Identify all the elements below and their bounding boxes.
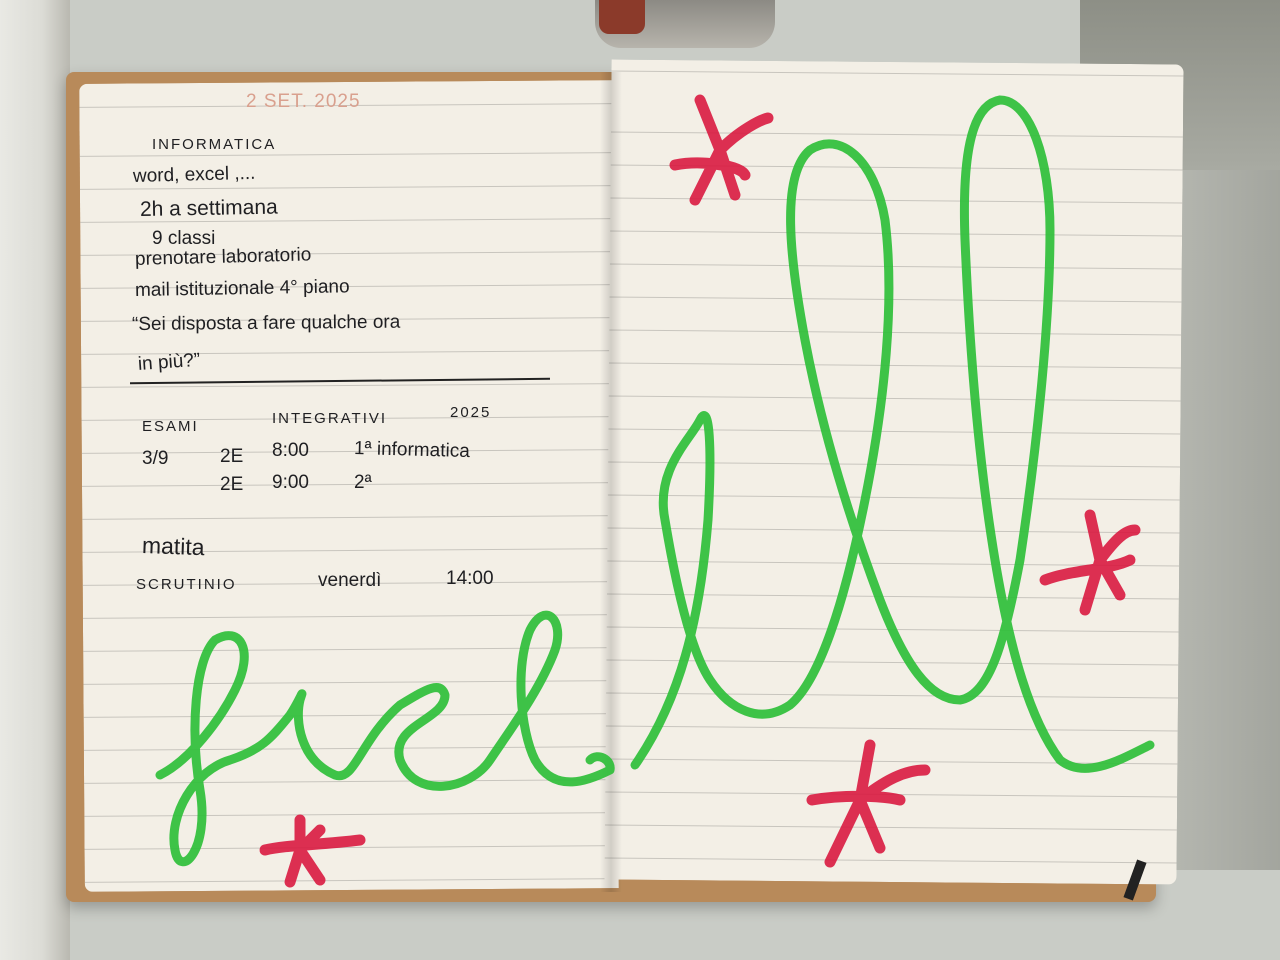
green-scribbles bbox=[155, 95, 1155, 867]
red-star-2 bbox=[1039, 509, 1141, 616]
crayon-doodles bbox=[155, 94, 1155, 888]
green-scribble-left bbox=[155, 610, 615, 867]
red-star-4 bbox=[259, 814, 366, 888]
red-stars bbox=[259, 94, 1141, 888]
red-star-3 bbox=[806, 739, 931, 868]
red-star-1 bbox=[669, 94, 774, 206]
green-scribble-right bbox=[630, 95, 1155, 773]
